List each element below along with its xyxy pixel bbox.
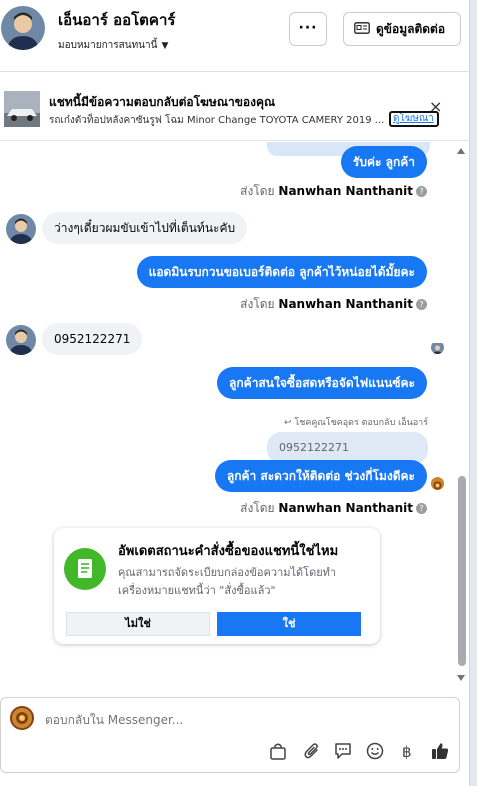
speech-bubble-icon[interactable] [333, 741, 353, 761]
order-document-icon [64, 548, 106, 590]
yes-button[interactable]: ใช่ [217, 612, 361, 636]
contact-card-icon [354, 21, 370, 37]
smiley-icon[interactable] [365, 741, 385, 761]
close-icon[interactable]: × [429, 99, 442, 115]
sent-by-label: ส่งโดย Nanwhan Nanthanit? [240, 499, 427, 518]
reply-meta: ↩ โชคคูณโชคอุดร ตอบกลับ เอ็นอาร์ [284, 418, 429, 428]
ad-banner-subtitle: รถเก๋งตัวท็อปหลังคาซันรูฟ โฉม Minor Chan… [49, 115, 385, 126]
sent-by-prefix: ส่งโดย [240, 184, 275, 198]
agent-name: Nanwhan Nanthanit [278, 184, 413, 198]
outgoing-message[interactable]: รับค่ะ ลูกค้า [340, 146, 427, 178]
paperclip-icon[interactable] [302, 741, 322, 761]
sent-by-prefix: ส่งโดย [240, 297, 275, 311]
outgoing-message[interactable]: ลูกค้า สะดวกให้ติดต่อ ช่วงกี่โมงดีคะ [214, 460, 427, 492]
help-icon[interactable]: ? [416, 299, 427, 310]
agent-name: Nanwhan Nanthanit [278, 297, 413, 311]
outgoing-message[interactable]: แอดมินรบกวนขอเบอร์ติดต่อ ลูกค้าไว้หน่อยไ… [136, 256, 427, 288]
card-description: คุณสามารถจัดระเบียบกล่องข้อความได้โดยทำเ… [118, 566, 337, 597]
reply-input[interactable] [45, 713, 375, 727]
scroll-up-arrow[interactable] [457, 148, 465, 154]
view-contact-label: ดูข้อมูลติดต่อ [376, 21, 446, 36]
sent-by-label: ส่งโดย Nanwhan Nanthanit? [240, 182, 427, 201]
no-button[interactable]: ไม่ใช่ [66, 612, 210, 636]
baht-icon[interactable]: ฿ [397, 741, 417, 761]
sent-by-label: ส่งโดย Nanwhan Nanthanit? [240, 295, 427, 314]
contact-avatar-small[interactable] [6, 214, 36, 244]
more-options-button[interactable]: ··· [289, 12, 327, 46]
message-composer: ฿ [0, 697, 460, 773]
contact-avatar[interactable] [1, 6, 45, 50]
contact-avatar-small[interactable] [6, 325, 36, 355]
assign-conversation-dropdown[interactable]: มอบหมายการสนทนานี้ ▼ [58, 38, 168, 53]
svg-text:฿: ฿ [402, 743, 412, 761]
scrollbar-thumb[interactable] [458, 476, 466, 666]
help-icon[interactable]: ? [416, 186, 427, 197]
sent-by-prefix: ส่งโดย [240, 501, 275, 515]
card-title: อัพเดตสถานะคำสั่งซื้อของแชทนี้ใช่ไหม [118, 544, 339, 559]
agent-name: Nanwhan Nanthanit [278, 501, 413, 515]
seen-avatar [431, 477, 444, 490]
help-icon[interactable]: ? [416, 503, 427, 514]
assign-label: มอบหมายการสนทนานี้ [58, 40, 158, 51]
page-avatar [10, 706, 34, 730]
messenger-chat-panel: เอ็นอาร์ ออโตคาร์ มอบหมายการสนทนานี้ ▼ ··… [0, 0, 470, 786]
ad-reply-banner: แชทนี้มีข้อความตอบกลับต่อโฆษณาของคุณ รถเ… [0, 73, 470, 141]
outgoing-message[interactable]: ลูกค้าสนใจซื้อสดหรือจัดไฟแนนซ์คะ [217, 367, 427, 399]
chat-header: เอ็นอาร์ ออโตคาร์ มอบหมายการสนทนานี้ ▼ ··… [0, 0, 470, 72]
incoming-message[interactable]: ว่างๆเดี๋ยวผมขับเข้าไปที่เต็นท์นะคับ [42, 212, 248, 244]
chevron-down-icon: ▼ [161, 41, 169, 51]
order-status-card: อัพเดตสถานะคำสั่งซื้อของแชทนี้ใช่ไหม คุณ… [54, 528, 380, 644]
scroll-down-arrow[interactable] [457, 675, 465, 681]
thumbs-up-icon[interactable] [430, 741, 450, 761]
bag-icon[interactable] [268, 741, 288, 761]
view-contact-button[interactable]: ดูข้อมูลติดต่อ [343, 12, 461, 46]
ad-thumbnail [4, 91, 40, 127]
ad-banner-title: แชทนี้มีข้อความตอบกลับต่อโฆษณาของคุณ [49, 95, 276, 109]
seen-avatar [431, 341, 444, 354]
incoming-message[interactable]: 0952122271 [42, 323, 143, 355]
contact-name: เอ็นอาร์ ออโตคาร์ [58, 11, 176, 29]
